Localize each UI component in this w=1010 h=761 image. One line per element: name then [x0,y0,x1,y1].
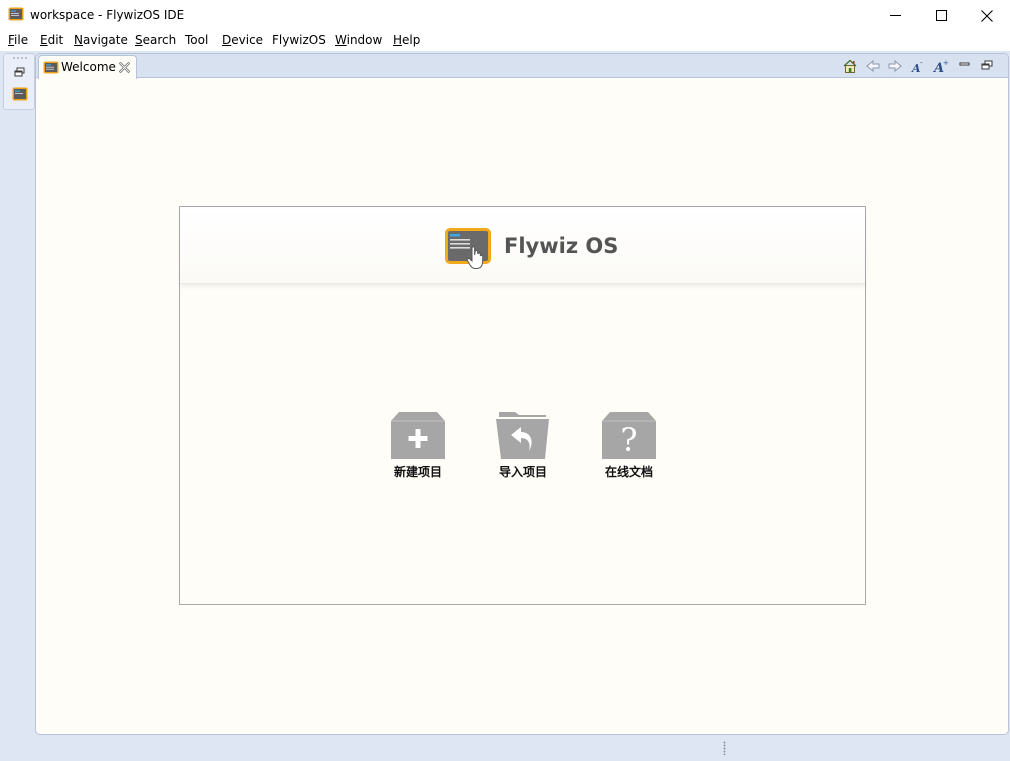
restore-view-icon[interactable] [979,58,995,74]
menu-flywizos[interactable]: FlywizOS [272,33,326,47]
minimized-view-stack [3,53,35,110]
online-docs-icon: ? [602,412,656,459]
close-tab-icon[interactable] [119,62,130,73]
menu-bar: File Edit Navigate Search Tool Device Fl… [0,31,1010,51]
new-project-label: 新建项目 [393,465,442,479]
online-docs-label: 在线文档 [604,465,653,479]
back-icon[interactable] [865,58,881,74]
minimize-icon [889,15,901,16]
menu-help[interactable]: Help [393,33,420,47]
maximize-icon [935,10,947,21]
tab-welcome[interactable]: Welcome [38,55,137,79]
flywiz-app-icon [8,7,24,21]
forward-icon[interactable] [887,58,903,74]
flywiz-logo-icon [445,228,491,269]
minimize-button[interactable] [872,0,918,31]
drag-handle[interactable] [12,57,28,59]
menu-tool[interactable]: Tool [185,33,208,47]
restore-icon[interactable] [13,67,27,79]
home-icon[interactable] [842,58,858,74]
minimize-view-icon[interactable] [957,58,973,74]
svg-text:+: + [943,59,949,67]
new-project-icon [391,412,445,459]
welcome-icon [43,61,59,74]
window-title: workspace - FlywizOS IDE [30,8,185,22]
welcome-icon[interactable] [12,87,28,101]
svg-text:?: ? [620,421,637,459]
welcome-panel: Flywiz OS 新建项目 导入项目 ? 在线文档 [179,206,866,605]
import-project-button[interactable]: 导入项目 [475,410,571,490]
title-bar: workspace - FlywizOS IDE [0,0,1010,31]
menu-edit[interactable]: Edit [40,33,63,47]
increase-font-icon[interactable]: A + [933,58,949,74]
svg-text:-: - [920,59,923,67]
import-project-icon [496,412,549,459]
menu-navigate[interactable]: Navigate [74,33,128,47]
tab-strip: Welcome A - A + [36,54,1008,79]
maximize-button[interactable] [918,0,964,31]
welcome-header: Flywiz OS [180,207,865,284]
menu-file[interactable]: File [8,33,28,47]
close-icon [981,9,993,22]
editor-area: Welcome A - A + Flywiz OS 新建项目 导入项目 ? 在线… [35,53,1009,735]
new-project-button[interactable]: 新建项目 [370,410,466,490]
import-project-label: 导入项目 [498,465,547,479]
tab-label: Welcome [61,60,116,74]
online-docs-button[interactable]: ? 在线文档 [581,410,677,490]
menu-search[interactable]: Search [135,33,176,47]
menu-window[interactable]: Window [335,33,382,47]
close-button[interactable] [964,0,1010,31]
status-drag-handle[interactable] [723,741,726,755]
menu-device[interactable]: Device [222,33,263,47]
brand-name: Flywiz OS [504,234,619,258]
decrease-font-icon[interactable]: A - [910,58,926,74]
